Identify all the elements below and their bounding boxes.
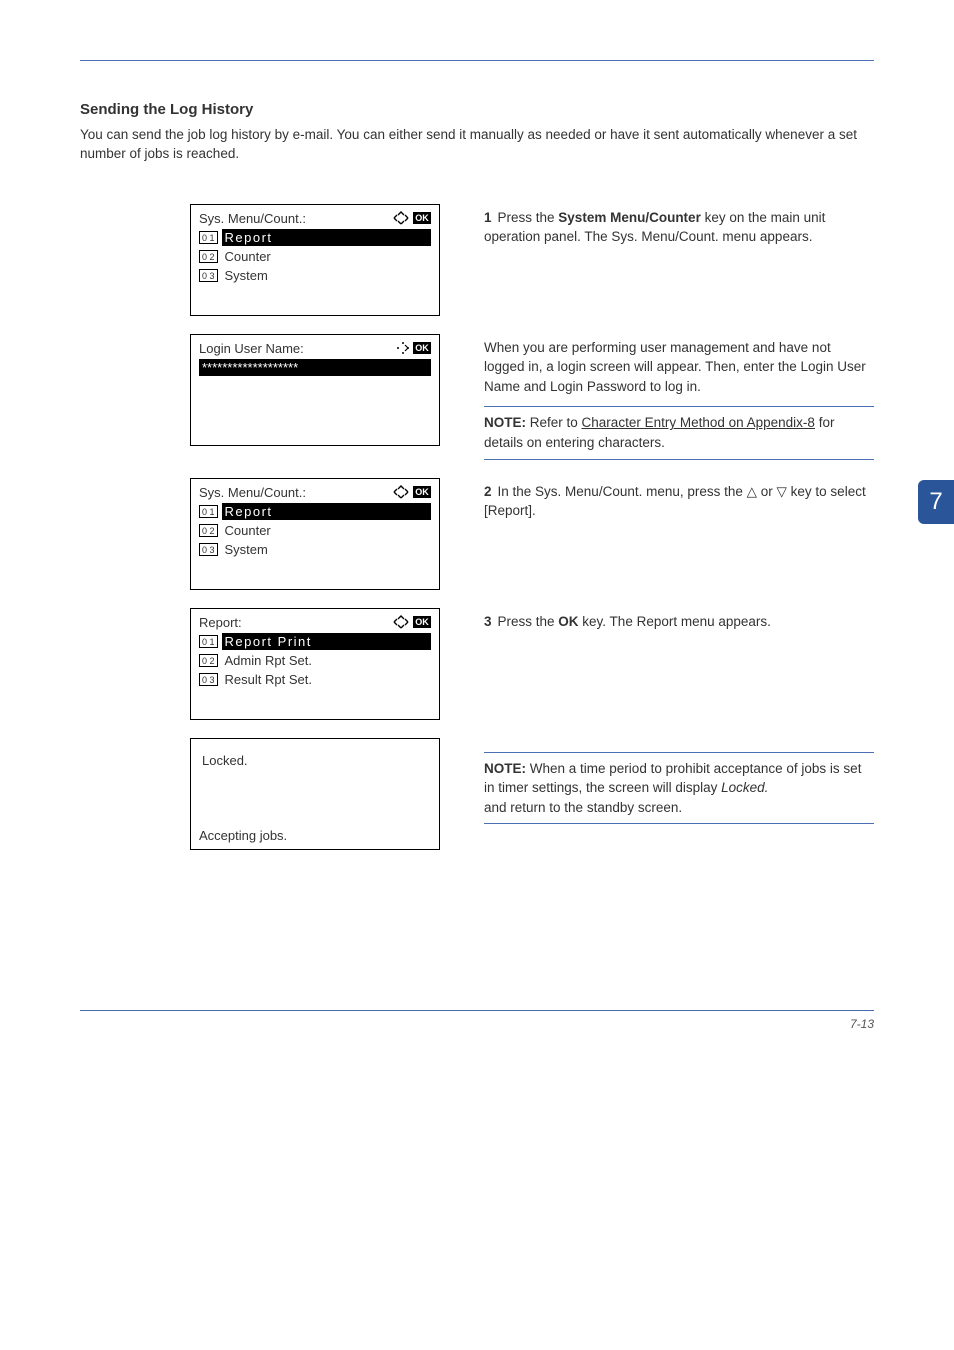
num-badge: 0 3	[199, 543, 218, 556]
note-block: NOTE: Refer to Character Entry Method on…	[484, 406, 874, 459]
page-footer: 7-13	[80, 1010, 874, 1031]
lcd-panel-5: Locked. Accepting jobs.	[190, 738, 440, 850]
note-label: NOTE:	[484, 761, 526, 776]
lcd-panel-1: Sys. Menu/Count.: OK 0 1 Report 0 2 Counte…	[190, 204, 440, 316]
menu-item: Result Rpt Set.	[222, 672, 431, 687]
num-badge: 0 2	[199, 524, 218, 537]
num-badge: 0 2	[199, 654, 218, 667]
num-badge: 0 1	[199, 505, 218, 518]
nav-ok-icon: OK	[392, 211, 431, 225]
menu-item: Counter	[222, 249, 431, 264]
menu-item: System	[222, 542, 431, 557]
note-text: When a time period to prohibit acceptanc…	[484, 761, 861, 796]
nav-ok-icon: OK	[392, 615, 431, 629]
step-text: In the Sys. Menu/Count. menu, press the …	[484, 484, 866, 519]
panel-text: Locked.	[199, 753, 431, 768]
lcd-panel-4: Report: OK 0 1 Report Print 0 2 Admin Rpt …	[190, 608, 440, 720]
input-value: *******************	[199, 359, 431, 376]
note-label: NOTE:	[484, 415, 526, 430]
step-text: key. The Report menu appears.	[579, 614, 771, 629]
step-text: When you are performing user management …	[484, 338, 874, 397]
intro-text: You can send the job log history by e-ma…	[80, 126, 874, 164]
note-link: Character Entry Method on Appendix-8	[582, 415, 815, 430]
menu-item: System	[222, 268, 431, 283]
step-text: Press the	[498, 210, 559, 225]
step-number: 2	[484, 484, 492, 499]
menu-item: Counter	[222, 523, 431, 538]
menu-item-selected: Report Print	[222, 633, 431, 650]
num-badge: 0 1	[199, 231, 218, 244]
panel-title: Login User Name:	[199, 341, 304, 356]
note-italic: Locked.	[721, 780, 768, 795]
panel-title: Sys. Menu/Count.:	[199, 211, 306, 226]
num-badge: 0 2	[199, 250, 218, 263]
svg-text:OK: OK	[415, 617, 429, 627]
num-badge: 0 3	[199, 269, 218, 282]
note-text: Refer to	[530, 415, 582, 430]
menu-item-selected: Report	[222, 229, 431, 246]
num-badge: 0 1	[199, 635, 218, 648]
lcd-panel-3: Sys. Menu/Count.: OK 0 1 Report 0 2 Counte…	[190, 478, 440, 590]
section-title: Sending the Log History	[80, 101, 874, 118]
step-text: Press the	[498, 614, 559, 629]
svg-text:OK: OK	[415, 213, 429, 223]
chapter-tab: 7	[918, 480, 954, 524]
note-text: and return to the standby screen.	[484, 800, 682, 815]
step-number: 1	[484, 210, 492, 225]
nav-ok-icon: OK	[392, 485, 431, 499]
key-name: System Menu/Counter	[558, 210, 701, 225]
key-name: OK	[558, 614, 578, 629]
menu-item: Admin Rpt Set.	[222, 653, 431, 668]
panel-text: Accepting jobs.	[199, 828, 287, 843]
lcd-panel-2: Login User Name: OK *******************	[190, 334, 440, 446]
panel-title: Sys. Menu/Count.:	[199, 485, 306, 500]
svg-text:OK: OK	[415, 343, 429, 353]
svg-text:OK: OK	[415, 487, 429, 497]
nav-ok-icon: OK	[396, 341, 431, 355]
menu-item-selected: Report	[222, 503, 431, 520]
num-badge: 0 3	[199, 673, 218, 686]
note-block: NOTE: When a time period to prohibit acc…	[484, 752, 874, 825]
step-number: 3	[484, 614, 492, 629]
panel-title: Report:	[199, 615, 242, 630]
